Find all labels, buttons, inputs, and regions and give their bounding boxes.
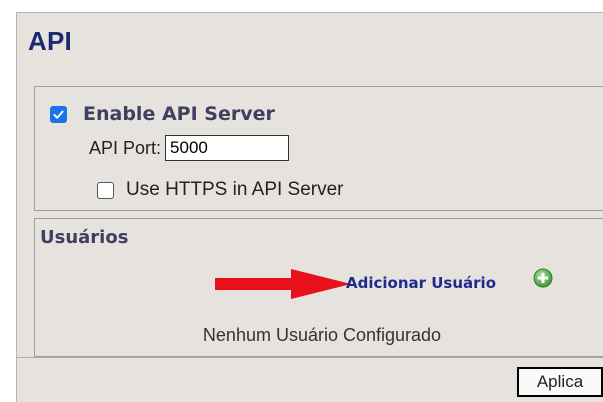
panel-title: API — [28, 26, 72, 56]
api-settings-group: Enable API Server API Port: Use HTTPS in… — [34, 86, 603, 211]
enable-api-label: Enable API Server — [83, 103, 275, 125]
use-https-checkbox[interactable] — [97, 181, 114, 199]
enable-api-row[interactable]: Enable API Server — [50, 103, 275, 125]
api-port-input[interactable] — [165, 135, 290, 161]
users-heading: Usuários — [40, 227, 129, 248]
users-group: Usuários Adicionar Usuário Nenhum Usuári… — [34, 218, 603, 357]
apply-button[interactable]: Aplica — [517, 367, 603, 397]
panel-header: API — [17, 13, 603, 59]
red-arrow-icon — [215, 269, 351, 299]
api-port-label: API Port: — [89, 137, 162, 158]
no-users-message: Nenhum Usuário Configurado — [202, 325, 442, 345]
use-https-label: Use HTTPS in API Server — [126, 179, 344, 200]
add-user-link[interactable]: Adicionar Usuário — [346, 274, 496, 292]
enable-api-checkbox[interactable] — [50, 105, 67, 123]
checkmark-icon — [53, 110, 64, 119]
footer-divider — [17, 357, 603, 358]
use-https-row[interactable]: Use HTTPS in API Server — [97, 179, 344, 201]
api-port-row: API Port: — [89, 135, 290, 161]
api-panel: API Enable API Server API Port: Use HTTP… — [16, 12, 603, 402]
plus-circle-icon[interactable] — [533, 268, 553, 288]
